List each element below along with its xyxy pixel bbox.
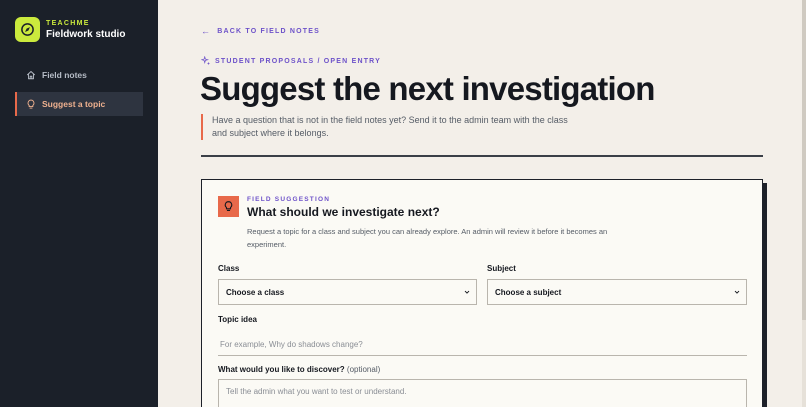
class-label: Class <box>218 264 240 273</box>
brand[interactable]: TEACHME Fieldwork studio <box>15 17 125 42</box>
brand-kicker: TEACHME <box>46 19 90 27</box>
divider <box>201 155 763 157</box>
subject-label: Subject <box>487 264 516 273</box>
subject-select[interactable]: Choose a subject <box>487 279 747 305</box>
sidebar-item-label: Field notes <box>42 70 87 80</box>
topic-input[interactable] <box>218 333 747 356</box>
chevron-down-icon <box>464 290 470 294</box>
home-icon <box>25 70 36 81</box>
form-title: What should we investigate next? <box>247 205 440 219</box>
scrollbar[interactable] <box>802 0 806 407</box>
main-content: ← BACK TO FIELD NOTES STUDENT PROPOSALS … <box>158 0 806 407</box>
form-kicker: FIELD SUGGESTION <box>247 196 331 203</box>
sidebar-item-suggest-topic[interactable]: Suggest a topic <box>15 92 143 116</box>
lightbulb-icon <box>25 99 36 110</box>
back-link-label: BACK TO FIELD NOTES <box>217 27 320 35</box>
eyebrow-label: STUDENT PROPOSALS / OPEN ENTRY <box>215 57 382 65</box>
compass-icon <box>15 17 40 42</box>
subject-select-value: Choose a subject <box>495 287 562 297</box>
sidebar-item-label: Suggest a topic <box>42 99 106 109</box>
scrollbar-thumb[interactable] <box>802 0 806 320</box>
form-description: Request a topic for a class and subject … <box>247 227 608 249</box>
discover-textarea[interactable] <box>218 379 747 407</box>
page-eyebrow: STUDENT PROPOSALS / OPEN ENTRY <box>201 56 381 66</box>
page-title: Suggest the next investigation <box>200 70 655 107</box>
optional-tag: (optional) <box>346 365 381 374</box>
brand-name: Fieldwork studio <box>46 28 126 40</box>
discover-label-text: What would you like to discover? <box>218 365 345 374</box>
chevron-down-icon <box>734 290 740 294</box>
topic-label: Topic idea <box>218 315 257 324</box>
sidebar: TEACHME Fieldwork studio Field notes Sug… <box>0 0 158 407</box>
suggestion-form-card: FIELD SUGGESTION What should we investig… <box>201 179 763 407</box>
lightbulb-icon <box>218 196 239 217</box>
discover-label: What would you like to discover? (option… <box>218 365 380 374</box>
page-lead: Have a question that is not in the field… <box>201 114 571 140</box>
class-select[interactable]: Choose a class <box>218 279 477 305</box>
arrow-left-icon: ← <box>201 26 212 36</box>
sparkle-icon <box>201 56 211 66</box>
sidebar-item-field-notes[interactable]: Field notes <box>15 63 143 87</box>
back-link[interactable]: ← BACK TO FIELD NOTES <box>201 26 320 36</box>
class-select-value: Choose a class <box>226 287 285 297</box>
